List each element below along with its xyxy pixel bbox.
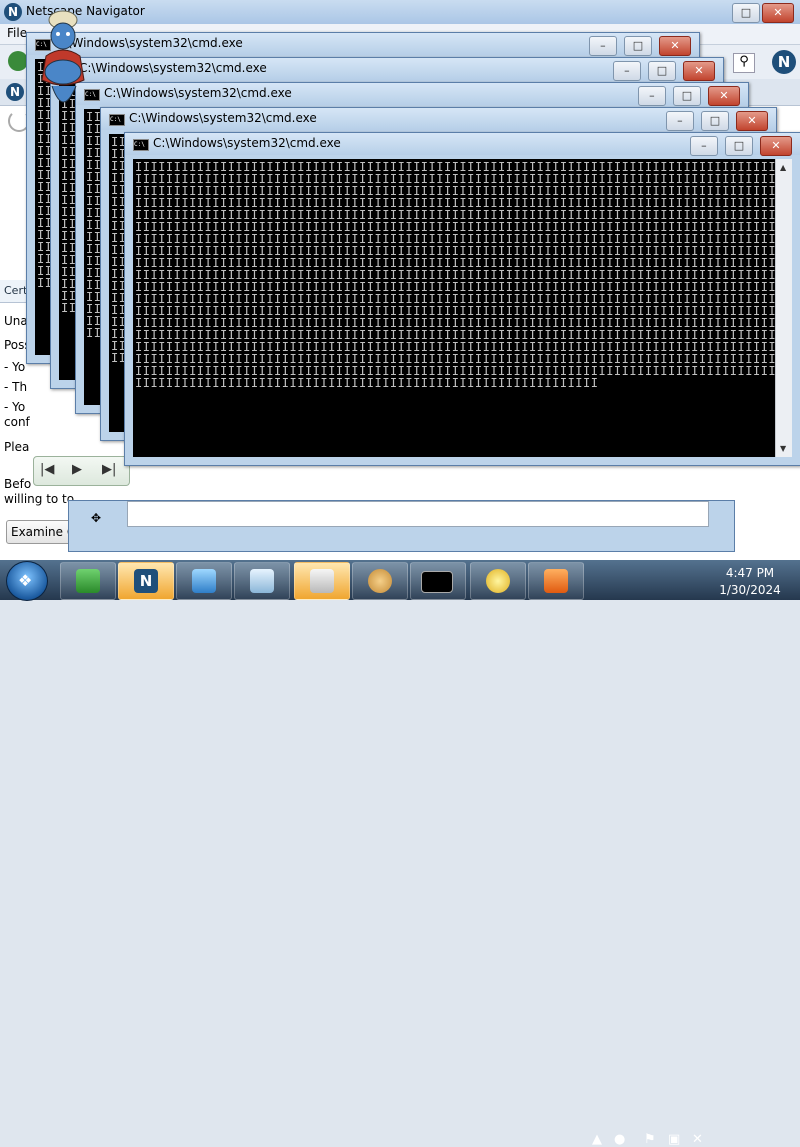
background-window-field — [127, 501, 709, 527]
close-button[interactable]: ✕ — [760, 136, 792, 156]
next-track-button[interactable]: ▶| — [102, 462, 116, 477]
close-button[interactable]: ✕ — [659, 36, 691, 56]
cert-text-line: Una — [4, 314, 28, 328]
cert-text-line: Plea — [4, 440, 30, 454]
menu-file[interactable]: File — [7, 26, 27, 40]
cert-text-line: - Yo — [4, 400, 26, 414]
maximize-button[interactable]: □ — [672, 86, 701, 106]
maximize-button[interactable]: □ — [623, 36, 652, 56]
move-handle-icon[interactable]: ✥ — [91, 511, 101, 525]
cmd-title: C:\Windows\system32\cmd.exe — [104, 86, 292, 100]
maximize-button[interactable]: □ — [724, 136, 753, 156]
search-icon[interactable]: ⚲ — [733, 53, 755, 73]
cmd-icon: C:\ — [109, 114, 125, 126]
cmd-titlebar[interactable]: C:\ C:\Windows\system32\cmd.exe – □ ✕ — [101, 108, 776, 131]
volume-muted-icon[interactable]: ✕ — [692, 1132, 703, 1147]
maximize-button[interactable]: □ — [647, 61, 676, 81]
taskbar-app-media-player[interactable] — [528, 562, 584, 600]
close-button[interactable]: ✕ — [708, 86, 740, 106]
cmd-title: C:\Windows\system32\cmd.exe — [129, 111, 317, 125]
cert-text-line: - Th — [4, 380, 28, 394]
media-player-icon — [544, 569, 568, 593]
browser-maximize-button[interactable]: □ — [732, 3, 760, 23]
taskbar: ❖ N ▲ ● ⚑ ▣ ✕ — [0, 560, 800, 1147]
netscape-tab-icon[interactable]: N — [6, 83, 24, 101]
cmd-titlebar[interactable]: C:\ C:\Windows\system32\cmd.exe – □ ✕ — [76, 83, 748, 106]
taskbar-app-paint[interactable] — [352, 562, 408, 600]
taskbar-app-msn[interactable] — [60, 562, 116, 600]
minimize-button[interactable]: – — [665, 111, 694, 131]
netscape-throbber-icon: N — [772, 50, 796, 74]
cmd-icon: C:\ — [133, 139, 149, 151]
cmd-console: IIIIIIIIIIIIIIIIIIIIIIIIIIIIIIIIIIIIIIII… — [133, 159, 792, 457]
taskbar-app-calculator[interactable] — [294, 562, 350, 600]
winamp-icon — [486, 569, 510, 593]
tray-expand-icon[interactable]: ▲ — [592, 1132, 602, 1147]
close-button[interactable]: ✕ — [736, 111, 768, 131]
cmd-titlebar[interactable]: C:\ C:\Windows\system32\cmd.exe – □ ✕ — [27, 33, 699, 56]
cmd-scrollbar[interactable]: ▲ ▼ — [775, 159, 792, 457]
browser-titlebar: N Netscape Navigator □ ✕ — [0, 0, 800, 24]
close-button[interactable]: ✕ — [683, 61, 715, 81]
minimize-button[interactable]: – — [612, 61, 641, 81]
cert-text-line: - Yo — [4, 360, 26, 374]
taskbar-app-cmd[interactable] — [410, 562, 466, 600]
start-button[interactable]: ❖ — [6, 561, 48, 601]
taskbar-app-netscape[interactable]: N — [118, 562, 174, 600]
network-icon[interactable]: ▣ — [668, 1132, 680, 1147]
paint-palette-icon — [368, 569, 392, 593]
cmd-output: IIIIIIIIIIIIIIIIIIIIIIIIIIIIIIIIIIIIIIII… — [135, 160, 792, 390]
back-icon[interactable] — [8, 51, 28, 71]
flag-icon[interactable]: ⚑ — [644, 1132, 656, 1147]
notepad-icon — [250, 569, 274, 593]
clock-time[interactable]: 4:47 PM — [720, 566, 780, 580]
netscape-icon: N — [134, 569, 158, 593]
genie-assistant-icon[interactable] — [32, 6, 94, 124]
windows-logo-icon: ❖ — [18, 571, 33, 590]
tray-yellow-circle-icon[interactable]: ● — [614, 1132, 625, 1147]
butterfly-icon — [76, 569, 100, 593]
minimize-button[interactable]: – — [637, 86, 666, 106]
previous-track-button[interactable]: |◀ — [40, 462, 54, 477]
background-window: ✥ — [68, 500, 735, 552]
clock-date[interactable]: 1/30/2024 — [710, 583, 790, 597]
cmd-taskbar-icon — [421, 571, 453, 593]
scroll-down-icon[interactable]: ▼ — [780, 444, 786, 453]
cert-text-line: Befo — [4, 477, 32, 491]
photos-icon — [192, 569, 216, 593]
cert-text-line: willing to to — [4, 492, 75, 506]
taskbar-app-notepad[interactable] — [234, 562, 290, 600]
calculator-icon — [310, 569, 334, 593]
cmd-window-active[interactable]: C:\ C:\Windows\system32\cmd.exe – □ ✕ II… — [124, 132, 800, 466]
cmd-title: C:\Windows\system32\cmd.exe — [153, 136, 341, 150]
maximize-button[interactable]: □ — [700, 111, 729, 131]
cmd-titlebar[interactable]: C:\ C:\Windows\system32\cmd.exe – □ ✕ — [125, 133, 800, 156]
minimize-button[interactable]: – — [588, 36, 617, 56]
browser-close-button[interactable]: ✕ — [762, 3, 794, 23]
minimize-button[interactable]: – — [689, 136, 718, 156]
cert-text-line: conf — [4, 415, 30, 429]
play-button[interactable]: ▶ — [72, 462, 82, 477]
scroll-up-icon[interactable]: ▲ — [780, 163, 786, 172]
taskbar-app-photos[interactable] — [176, 562, 232, 600]
media-player-controls: |◀ ▶ ▶| — [33, 456, 130, 486]
cmd-title: C:\Windows\system32\cmd.exe — [79, 61, 267, 75]
taskbar-app-winamp[interactable] — [470, 562, 526, 600]
cmd-titlebar[interactable]: C:\ C:\Windows\system32\cmd.exe – □ ✕ — [51, 58, 723, 81]
netscape-logo-icon: N — [4, 3, 22, 21]
